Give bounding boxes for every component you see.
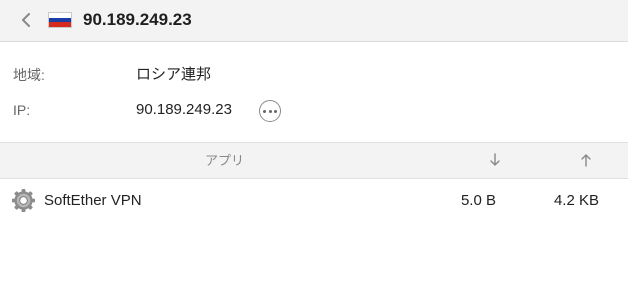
app-name: SoftEther VPN [44,192,142,209]
dot [274,109,277,113]
page-title: 90.189.249.23 [83,10,192,29]
russia-flag-icon [48,12,72,28]
download-value: 5.0 B [460,192,496,209]
arrow-up-icon[interactable] [578,152,594,168]
arrow-down-icon[interactable] [487,152,503,168]
gear-icon [11,188,36,213]
header-bar: 90.189.249.23 [0,0,628,42]
chevron-left-icon [22,13,30,27]
region-value: ロシア連邦 [136,66,212,83]
dot [263,109,266,113]
ip-label: IP: [13,102,31,118]
column-header-app[interactable]: アプリ [205,152,244,169]
upload-value: 4.2 KB [553,192,599,209]
back-button[interactable] [16,9,36,31]
more-options-button[interactable] [259,100,281,122]
region-label: 地域: [13,67,45,83]
dot [268,109,272,113]
connection-info: 地域: ロシア連邦 IP: 90.189.249.23 [0,42,628,142]
ip-value: 90.189.249.23 [136,101,232,118]
table-row[interactable]: SoftEther VPN 5.0 B 4.2 KB [0,181,628,221]
table-header: アプリ [0,142,628,179]
